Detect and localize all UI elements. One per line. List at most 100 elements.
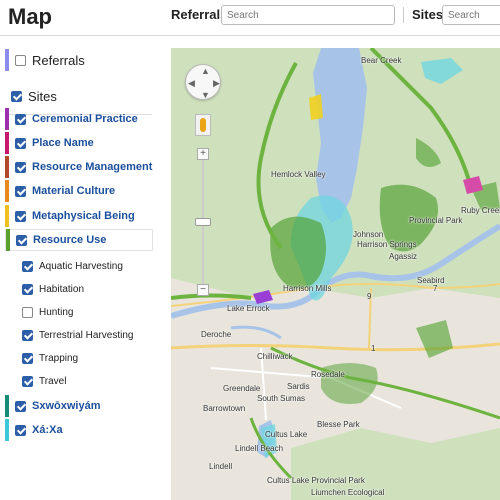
category-label: Resource Management xyxy=(32,161,153,173)
map-label: Rosedale xyxy=(311,370,345,379)
category-checkbox[interactable] xyxy=(15,161,26,173)
subcategory-checkbox[interactable] xyxy=(22,306,33,318)
zoom-slider[interactable]: + − xyxy=(195,148,211,296)
pan-control[interactable]: ▲ ▼ ◀ ▶ xyxy=(185,64,221,100)
pan-up-icon[interactable]: ▲ xyxy=(201,66,210,76)
pan-down-icon[interactable]: ▼ xyxy=(201,90,210,100)
map-label: Liumchen Ecological xyxy=(311,488,385,497)
page-title: Map xyxy=(8,4,52,29)
subcategory-label: Trapping xyxy=(39,352,79,364)
map-view[interactable]: ▲ ▼ ◀ ▶ + − Bear Creek Hemlock Valley Jo… xyxy=(171,48,500,500)
map-label: Hemlock Valley xyxy=(271,170,326,179)
referrals-color-bar xyxy=(5,49,9,71)
top-bar: Map Referrals Sites xyxy=(0,0,500,36)
subcategory-checkbox[interactable] xyxy=(22,283,33,295)
category-label: Material Culture xyxy=(32,185,116,197)
subcategory-travel[interactable]: Travel xyxy=(22,371,66,391)
map-label: Lindell xyxy=(209,462,233,471)
metaphysical-site xyxy=(309,94,323,120)
subcategory-terrestrial-harvesting[interactable]: Terrestrial Harvesting xyxy=(22,325,133,345)
category-resource-use[interactable]: Resource Use xyxy=(5,229,153,251)
zoom-out-button[interactable]: − xyxy=(197,284,209,296)
sites-checkbox[interactable] xyxy=(11,90,22,102)
category-checkbox[interactable] xyxy=(15,113,26,125)
category-color-bar xyxy=(6,229,10,251)
category-ceremonial-practice[interactable]: Ceremonial Practice xyxy=(5,108,153,130)
sites-search-label: Sites xyxy=(412,7,444,22)
highway-shield: 7 xyxy=(433,284,438,293)
category-place-name[interactable]: Place Name xyxy=(5,132,153,154)
zoom-slider-handle[interactable] xyxy=(195,218,211,226)
subcategory-label: Habitation xyxy=(39,283,85,295)
subcategory-label: Travel xyxy=(39,375,67,387)
map-label: Deroche xyxy=(201,330,232,339)
subcategory-habitation[interactable]: Habitation xyxy=(22,279,84,299)
referrals-layer-label: Referrals xyxy=(32,52,85,68)
category-color-bar xyxy=(5,180,9,202)
pan-left-icon[interactable]: ◀ xyxy=(188,78,195,89)
pan-right-icon[interactable]: ▶ xyxy=(213,78,220,89)
category-label: Sxwōxwiyám xyxy=(32,400,101,412)
referrals-search-label: Referrals xyxy=(171,7,228,22)
highway-shield: 9 xyxy=(367,292,372,301)
map-label: Cultus Lake Provincial Park xyxy=(267,476,365,485)
map-label: Provincial Park xyxy=(409,216,463,225)
map-label: Harrison Springs xyxy=(357,240,417,249)
subcategory-hunting[interactable]: Hunting xyxy=(22,302,73,322)
subcategory-checkbox[interactable] xyxy=(22,260,33,272)
map-label: Greendale xyxy=(223,384,261,393)
category-checkbox[interactable] xyxy=(15,424,26,436)
subcategory-checkbox[interactable] xyxy=(22,329,33,341)
subcategory-label: Aquatic Harvesting xyxy=(39,260,123,272)
category-color-bar xyxy=(5,132,9,154)
category-resource-management[interactable]: Resource Management xyxy=(5,156,153,178)
street-view-pegman-icon[interactable] xyxy=(195,114,211,136)
map-label: Lake Errock xyxy=(227,304,270,313)
category-checkbox[interactable] xyxy=(15,137,26,149)
map-label: Agassiz xyxy=(389,252,418,261)
category-color-bar xyxy=(5,419,9,441)
category-color-bar xyxy=(5,205,9,227)
map-label: Blesse Park xyxy=(317,420,360,429)
category-material-culture[interactable]: Material Culture xyxy=(5,180,153,202)
highway-shield: 1 xyxy=(371,344,376,353)
subcategory-aquatic-harvesting[interactable]: Aquatic Harvesting xyxy=(22,256,123,276)
referrals-search-input[interactable] xyxy=(221,5,395,25)
sites-search-input[interactable] xyxy=(442,5,500,25)
map-canvas[interactable] xyxy=(171,48,500,500)
referrals-layer-row[interactable]: Referrals xyxy=(5,49,153,71)
category-label: Ceremonial Practice xyxy=(32,113,138,125)
map-label: South Sumas xyxy=(257,394,306,403)
category-label: Metaphysical Being xyxy=(32,210,135,222)
category-label: Place Name xyxy=(32,137,94,149)
category-sxwoxwiyam[interactable]: Sxwōxwiyám xyxy=(5,395,153,417)
map-label: Barrowtown xyxy=(203,404,246,413)
category-xaxa[interactable]: Xá:Xa xyxy=(5,419,153,441)
subcategory-label: Hunting xyxy=(39,306,74,318)
map-label: Lindell Beach xyxy=(235,444,284,453)
subcategory-checkbox[interactable] xyxy=(22,375,33,387)
category-metaphysical-being[interactable]: Metaphysical Being xyxy=(5,205,153,227)
map-label: Harrison Mills xyxy=(283,284,332,293)
map-label: Cultus Lake xyxy=(265,430,308,439)
sites-layer-row[interactable]: Sites xyxy=(5,85,153,107)
category-label: Resource Use xyxy=(33,234,107,246)
category-checkbox[interactable] xyxy=(15,185,26,197)
map-label: Ruby Creek xyxy=(461,206,500,215)
referrals-checkbox[interactable] xyxy=(15,54,26,66)
category-checkbox[interactable] xyxy=(16,234,27,246)
category-color-bar xyxy=(5,108,9,130)
category-checkbox[interactable] xyxy=(15,400,26,412)
map-label: Seabird xyxy=(417,276,445,285)
category-color-bar xyxy=(5,395,9,417)
map-label: Bear Creek xyxy=(361,56,402,65)
category-label: Xá:Xa xyxy=(32,424,63,436)
map-label: Johnson xyxy=(353,230,384,239)
subcategory-trapping[interactable]: Trapping xyxy=(22,348,78,368)
zoom-in-button[interactable]: + xyxy=(197,148,209,160)
sites-layer-label: Sites xyxy=(28,88,57,104)
subcategory-checkbox[interactable] xyxy=(22,352,33,364)
header-divider xyxy=(403,7,404,23)
category-checkbox[interactable] xyxy=(15,210,26,222)
layer-sidebar: Referrals Sites Ceremonial Practice Plac… xyxy=(0,36,162,500)
